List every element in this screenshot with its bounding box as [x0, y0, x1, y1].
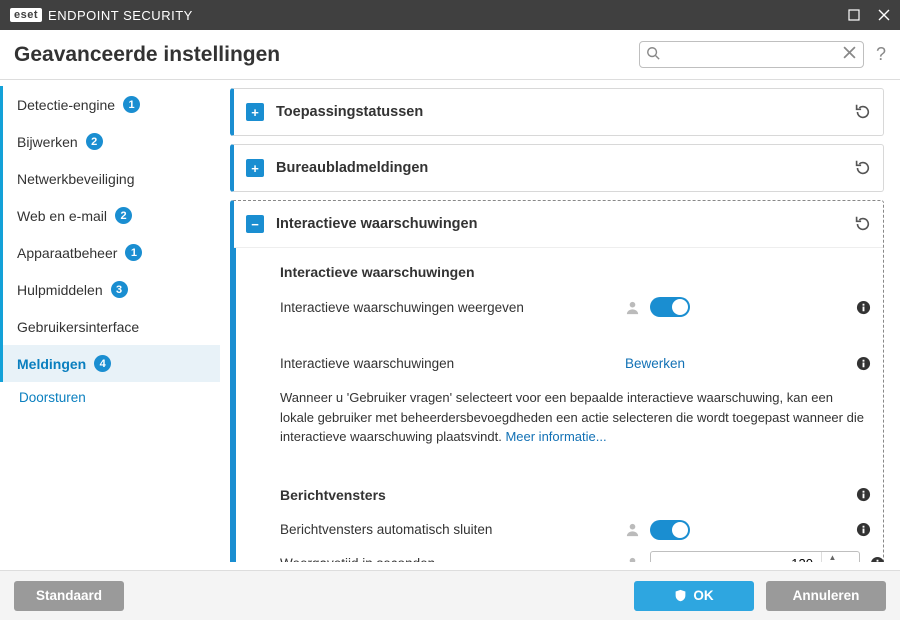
- sidebar-item-detection[interactable]: Detectie-engine 1: [0, 86, 220, 123]
- sidebar-badge: 2: [86, 133, 103, 150]
- row-show-interactive: Interactieve waarschuwingen weergeven: [280, 290, 871, 324]
- more-info-link[interactable]: Meer informatie...: [505, 429, 606, 444]
- sidebar-item-label: Meldingen: [17, 356, 86, 372]
- user-policy-icon: [625, 522, 640, 537]
- row-label: Interactieve waarschuwingen weergeven: [280, 300, 625, 315]
- search-input[interactable]: [639, 41, 864, 68]
- button-label: Standaard: [36, 588, 102, 603]
- sidebar-subitem-forwarding[interactable]: Doorsturen: [0, 382, 220, 412]
- brand-box: eset: [10, 8, 42, 22]
- ok-button[interactable]: OK: [634, 581, 754, 611]
- expand-icon: +: [246, 103, 264, 121]
- revert-icon[interactable]: [853, 103, 871, 121]
- button-label: Annuleren: [793, 588, 860, 603]
- revert-icon[interactable]: [853, 159, 871, 177]
- sidebar-item-label: Netwerkbeveiliging: [17, 171, 135, 187]
- sidebar-item-label: Apparaatbeheer: [17, 245, 117, 261]
- sidebar-item-label: Web en e-mail: [17, 208, 107, 224]
- panel-app-status: + Toepassingstatussen: [230, 88, 884, 136]
- sidebar-item-web-email[interactable]: Web en e-mail 2: [0, 197, 220, 234]
- maximize-icon[interactable]: [848, 9, 860, 21]
- sidebar-item-network[interactable]: Netwerkbeveiliging: [0, 160, 220, 197]
- expand-icon: +: [246, 159, 264, 177]
- close-icon[interactable]: [878, 9, 890, 21]
- shield-icon: [674, 589, 687, 602]
- panel-interactive-alerts: − Interactieve waarschuwingen Interactie…: [230, 200, 884, 562]
- section-title-interactive: Interactieve waarschuwingen: [280, 264, 871, 280]
- window-controls: [848, 9, 890, 21]
- sidebar: Detectie-engine 1 Bijwerken 2 Netwerkbev…: [0, 80, 220, 570]
- titlebar: eset ENDPOINT SECURITY: [0, 0, 900, 30]
- panel-title: Bureaubladmeldingen: [276, 160, 428, 176]
- help-icon[interactable]: ?: [876, 44, 886, 65]
- section-title-msgbox: Berichtvensters: [280, 487, 871, 503]
- info-icon[interactable]: [860, 556, 885, 562]
- user-policy-icon: [625, 300, 640, 315]
- section-title-text: Berichtvensters: [280, 487, 386, 503]
- panel-title: Interactieve waarschuwingen: [276, 216, 477, 232]
- sidebar-item-device[interactable]: Apparaatbeheer 1: [0, 234, 220, 271]
- main-scroll[interactable]: + Toepassingstatussen + Bureaubladmeldin…: [230, 88, 894, 562]
- sidebar-item-label: Hulpmiddelen: [17, 282, 103, 298]
- default-button[interactable]: Standaard: [14, 581, 124, 611]
- user-policy-icon: [625, 556, 640, 562]
- sidebar-item-tools[interactable]: Hulpmiddelen 3: [0, 271, 220, 308]
- interactive-description: Wanneer u 'Gebruiker vragen' selecteert …: [280, 388, 870, 447]
- sidebar-item-label: Detectie-engine: [17, 97, 115, 113]
- sidebar-item-label: Bijwerken: [17, 134, 78, 150]
- info-icon[interactable]: [846, 522, 871, 537]
- search-wrap: [639, 41, 864, 68]
- sidebar-badge: 4: [94, 355, 111, 372]
- row-label: Interactieve waarschuwingen: [280, 356, 625, 371]
- subheader: Geavanceerde instellingen ?: [0, 30, 900, 80]
- brand: eset ENDPOINT SECURITY: [10, 8, 193, 23]
- sidebar-item-label: Doorsturen: [19, 390, 86, 405]
- info-icon[interactable]: [846, 300, 871, 315]
- sidebar-item-update[interactable]: Bijwerken 2: [0, 123, 220, 160]
- info-icon[interactable]: [846, 487, 871, 502]
- seconds-stepper[interactable]: ▲ ▼: [650, 551, 860, 563]
- section-title-text: Interactieve waarschuwingen: [280, 264, 475, 280]
- seconds-input[interactable]: [651, 556, 821, 562]
- row-autoclose: Berichtvensters automatisch sluiten: [280, 513, 871, 547]
- sidebar-item-ui[interactable]: Gebruikersinterface: [0, 308, 220, 345]
- body: Detectie-engine 1 Bijwerken 2 Netwerkbev…: [0, 80, 900, 570]
- main: + Toepassingstatussen + Bureaubladmeldin…: [220, 80, 900, 570]
- panel-desktop-notif: + Bureaubladmeldingen: [230, 144, 884, 192]
- search-clear-icon[interactable]: [843, 46, 856, 59]
- toggle-show-interactive[interactable]: [650, 297, 690, 317]
- cancel-button[interactable]: Annuleren: [766, 581, 886, 611]
- brand-text: ENDPOINT SECURITY: [48, 8, 193, 23]
- panel-head-interactive[interactable]: − Interactieve waarschuwingen: [234, 201, 883, 247]
- sidebar-badge: 3: [111, 281, 128, 298]
- spin-up-icon[interactable]: ▲: [822, 552, 843, 563]
- panel-head-app-status[interactable]: + Toepassingstatussen: [234, 89, 883, 135]
- sidebar-item-label: Gebruikersinterface: [17, 319, 139, 335]
- row-seconds: Weergavetijd in seconden ▲ ▼: [280, 547, 871, 563]
- row-label: Weergavetijd in seconden: [280, 556, 625, 562]
- button-label: OK: [693, 588, 713, 603]
- page-title: Geavanceerde instellingen: [14, 43, 280, 67]
- toggle-autoclose[interactable]: [650, 520, 690, 540]
- sidebar-badge: 2: [115, 207, 132, 224]
- panel-body-interactive: Interactieve waarschuwingen Interactieve…: [234, 248, 883, 562]
- sidebar-badge: 1: [125, 244, 142, 261]
- row-edit-interactive: Interactieve waarschuwingen Bewerken: [280, 346, 871, 380]
- edit-link[interactable]: Bewerken: [625, 356, 685, 371]
- panel-head-desktop-notif[interactable]: + Bureaubladmeldingen: [234, 145, 883, 191]
- row-label: Berichtvensters automatisch sluiten: [280, 522, 625, 537]
- sidebar-badge: 1: [123, 96, 140, 113]
- collapse-icon: −: [246, 215, 264, 233]
- spinner: ▲ ▼: [821, 552, 843, 563]
- info-icon[interactable]: [846, 356, 871, 371]
- revert-icon[interactable]: [853, 215, 871, 233]
- panel-title: Toepassingstatussen: [276, 104, 423, 120]
- sidebar-item-notifications[interactable]: Meldingen 4: [0, 345, 220, 382]
- footer: Standaard OK Annuleren: [0, 570, 900, 620]
